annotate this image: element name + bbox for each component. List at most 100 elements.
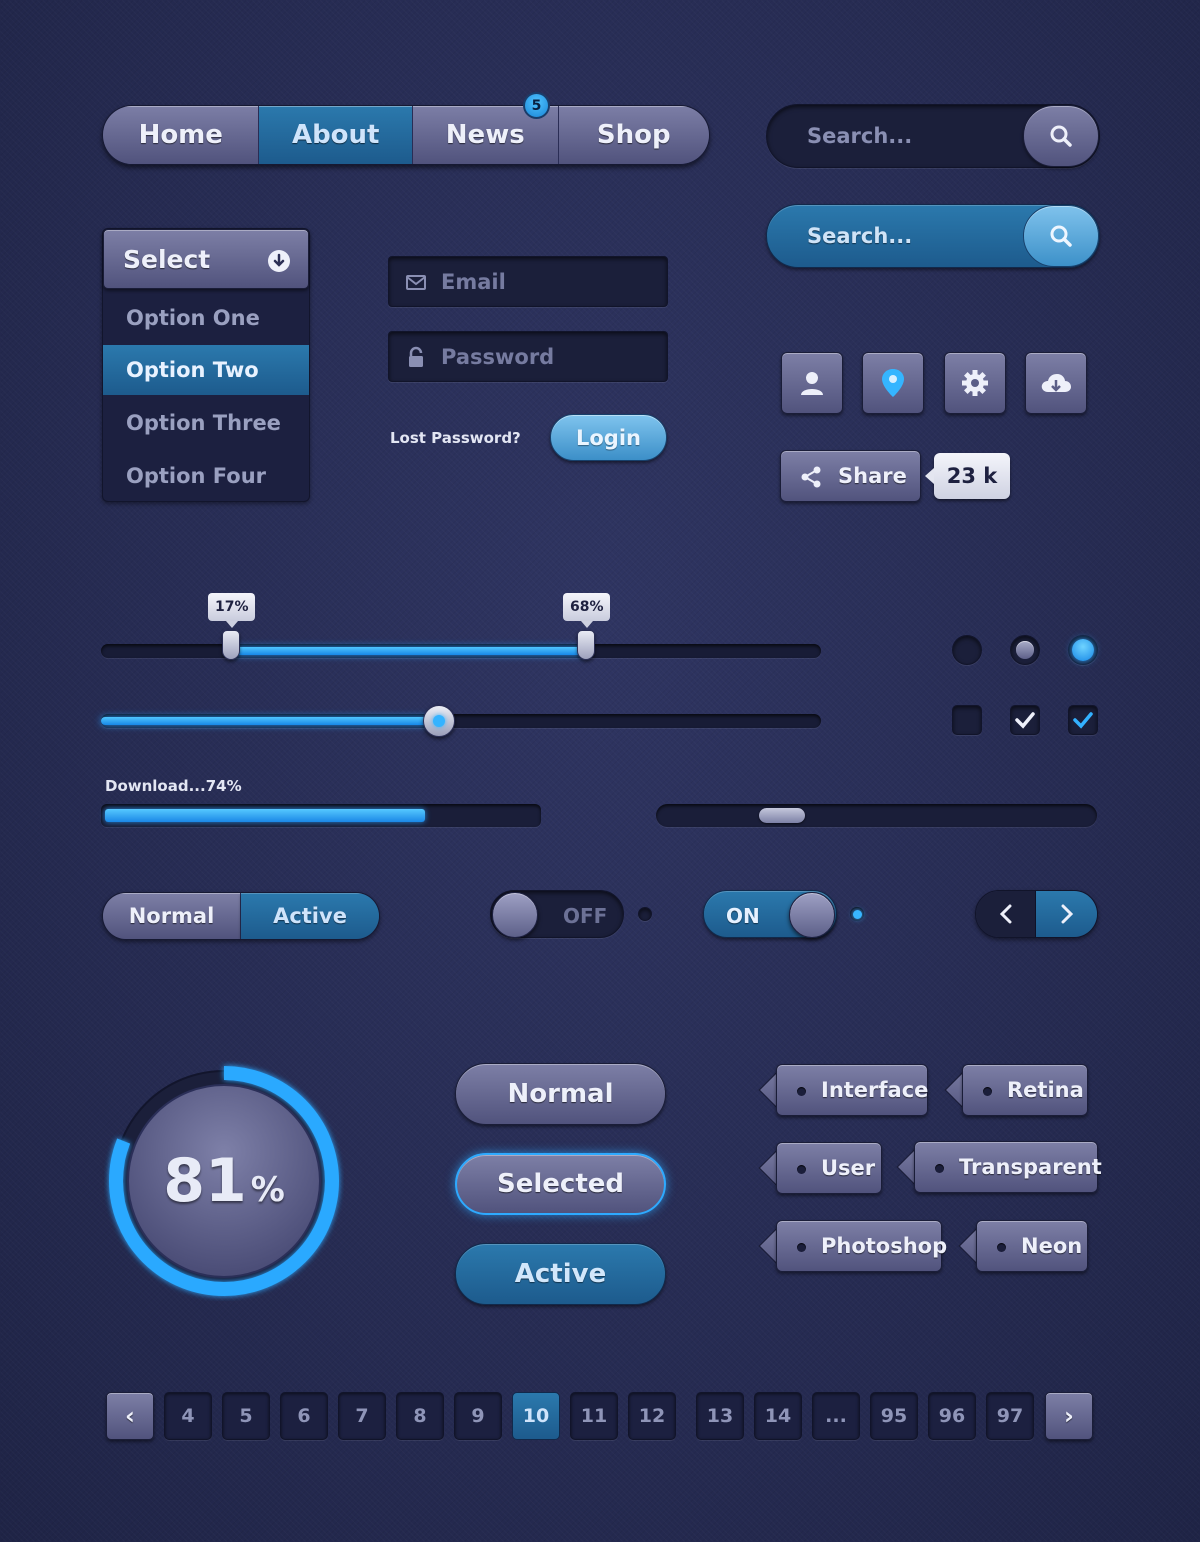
nav-shop[interactable]: Shop bbox=[558, 106, 709, 164]
settings-button[interactable] bbox=[944, 352, 1006, 414]
login-button[interactable]: Login bbox=[550, 414, 667, 461]
select-toggle[interactable]: Select bbox=[103, 229, 309, 289]
location-pin-icon bbox=[882, 369, 904, 397]
checkbox-checked-white[interactable] bbox=[1010, 705, 1040, 735]
envelope-icon bbox=[406, 275, 426, 290]
share-button[interactable]: Share bbox=[780, 450, 921, 502]
prev-button[interactable] bbox=[976, 891, 1037, 937]
button-normal[interactable]: Normal bbox=[455, 1063, 666, 1125]
page-button[interactable]: 4 bbox=[164, 1392, 212, 1440]
checkmark-icon bbox=[1015, 712, 1035, 729]
tag-label: Photoshop bbox=[821, 1234, 948, 1258]
select-option[interactable]: Option One bbox=[103, 293, 309, 343]
search-button-dark[interactable] bbox=[1023, 105, 1099, 167]
prev-next-control bbox=[975, 890, 1098, 938]
slider-handle[interactable] bbox=[423, 705, 456, 737]
segment-active[interactable]: Active bbox=[241, 893, 379, 939]
tag-label: Retina bbox=[1007, 1078, 1084, 1102]
page-button[interactable]: 14 bbox=[754, 1392, 802, 1440]
download-label: Download...74% bbox=[105, 777, 242, 795]
share-label: Share bbox=[838, 464, 907, 488]
page-button[interactable]: 12 bbox=[628, 1392, 676, 1440]
lock-icon bbox=[409, 346, 423, 367]
tag-transparent[interactable]: Transparent bbox=[896, 1141, 1102, 1193]
button-active[interactable]: Active bbox=[455, 1243, 666, 1305]
checkbox-checked-blue[interactable] bbox=[1068, 705, 1098, 735]
password-field[interactable]: Password bbox=[388, 331, 668, 382]
toggle-on-label: ON bbox=[726, 904, 760, 928]
pagination-next[interactable]: › bbox=[1045, 1392, 1093, 1440]
lost-password-link[interactable]: Lost Password? bbox=[390, 429, 521, 447]
cloud-download-icon bbox=[1041, 374, 1071, 392]
search-button-blue[interactable] bbox=[1023, 205, 1099, 267]
toggle-off-label: OFF bbox=[563, 904, 608, 928]
slider-fill bbox=[101, 717, 440, 725]
main-nav: Home About News Shop bbox=[102, 105, 710, 165]
select-label: Select bbox=[123, 244, 211, 274]
slider-track[interactable] bbox=[101, 714, 821, 728]
page-button[interactable]: 11 bbox=[570, 1392, 618, 1440]
range-slider-fill bbox=[231, 647, 587, 655]
tag-photoshop[interactable]: Photoshop bbox=[758, 1220, 947, 1272]
select-option-selected[interactable]: Option Two bbox=[103, 345, 309, 395]
tag-user[interactable]: User bbox=[758, 1142, 882, 1194]
circular-progress-value: 81 % bbox=[104, 1061, 344, 1301]
tag-retina[interactable]: Retina bbox=[944, 1064, 1088, 1116]
tag-label: User bbox=[821, 1156, 876, 1180]
user-button[interactable] bbox=[781, 352, 843, 414]
range-slider-track[interactable] bbox=[101, 644, 821, 658]
download-progress-bar bbox=[101, 804, 541, 827]
segmented-control: Normal Active bbox=[102, 892, 380, 940]
email-field[interactable]: Email bbox=[388, 256, 668, 307]
nav-about[interactable]: About bbox=[259, 106, 413, 164]
tag-neon[interactable]: Neon bbox=[958, 1220, 1088, 1272]
radio-unchecked[interactable] bbox=[1010, 635, 1040, 665]
page-button[interactable]: 5 bbox=[222, 1392, 270, 1440]
horizontal-scrollbar[interactable] bbox=[656, 804, 1097, 827]
search-placeholder: Search... bbox=[807, 224, 913, 248]
select-dropdown: Select Option One Option Two Option Thre… bbox=[102, 228, 310, 502]
checkbox-empty[interactable] bbox=[952, 705, 982, 735]
scrollbar-thumb[interactable] bbox=[758, 808, 805, 823]
cloud-download-button[interactable] bbox=[1025, 352, 1087, 414]
share-count-badge: 23 k bbox=[925, 453, 1010, 499]
search-input-blue[interactable]: Search... bbox=[766, 204, 1100, 268]
select-option[interactable]: Option Four bbox=[103, 451, 309, 501]
page-button[interactable]: 7 bbox=[338, 1392, 386, 1440]
pagination-prev[interactable]: ‹ bbox=[106, 1392, 154, 1440]
progress-percent: 81 bbox=[163, 1146, 247, 1216]
tag-interface[interactable]: Interface bbox=[758, 1064, 929, 1116]
page-ellipsis: ... bbox=[812, 1392, 860, 1440]
page-button[interactable]: 8 bbox=[396, 1392, 444, 1440]
search-input-dark[interactable]: Search... bbox=[766, 104, 1100, 168]
off-indicator-led bbox=[638, 907, 652, 921]
nav-home[interactable]: Home bbox=[103, 106, 260, 164]
radio-checked[interactable] bbox=[1068, 635, 1098, 665]
next-button[interactable] bbox=[1036, 891, 1097, 937]
tag-label: Interface bbox=[821, 1078, 929, 1102]
page-button[interactable]: 6 bbox=[280, 1392, 328, 1440]
radio-empty[interactable] bbox=[952, 635, 982, 665]
range-high-handle[interactable] bbox=[577, 630, 596, 660]
page-button-current[interactable]: 10 bbox=[512, 1392, 560, 1440]
range-low-handle[interactable] bbox=[222, 630, 241, 660]
user-icon bbox=[801, 372, 823, 395]
page-button[interactable]: 96 bbox=[928, 1392, 976, 1440]
page-button[interactable]: 97 bbox=[986, 1392, 1034, 1440]
button-selected[interactable]: Selected bbox=[455, 1153, 666, 1215]
toggle-on-knob bbox=[789, 892, 835, 938]
download-progress-fill bbox=[105, 809, 425, 822]
page-button[interactable]: 13 bbox=[696, 1392, 744, 1440]
segment-normal[interactable]: Normal bbox=[103, 893, 241, 939]
range-low-tooltip: 17% bbox=[208, 593, 256, 628]
circular-progress: 81 % bbox=[104, 1061, 344, 1301]
chevron-down-icon bbox=[268, 250, 290, 272]
page-button[interactable]: 9 bbox=[454, 1392, 502, 1440]
toggle-off[interactable]: OFF bbox=[490, 890, 624, 938]
tag-label: Neon bbox=[1021, 1234, 1083, 1258]
page-button[interactable]: 95 bbox=[870, 1392, 918, 1440]
select-option[interactable]: Option Three bbox=[103, 398, 309, 448]
toggle-on[interactable]: ON bbox=[703, 890, 837, 938]
gear-icon bbox=[962, 370, 988, 396]
location-button[interactable] bbox=[862, 352, 924, 414]
